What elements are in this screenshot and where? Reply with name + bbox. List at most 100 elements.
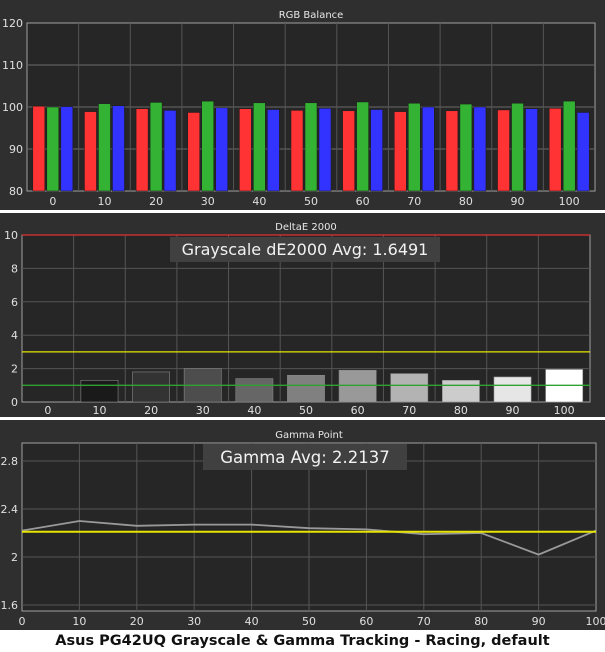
bar-blue: [422, 106, 435, 192]
bar-blue: [370, 109, 383, 192]
x-tick-label: 50: [302, 615, 316, 628]
deltae-bar: [493, 376, 532, 403]
x-tick-label: 10: [97, 195, 111, 208]
x-tick-label: 20: [144, 404, 158, 417]
deltae-bar: [80, 379, 119, 403]
bar-red: [290, 110, 304, 192]
bar-green: [511, 102, 524, 192]
bar-green: [459, 103, 473, 192]
figure-caption: Asus PG42UQ Grayscale & Gamma Tracking -…: [55, 633, 550, 649]
x-tick-label: 90: [532, 615, 546, 628]
bar-blue: [215, 107, 228, 192]
x-tick-label: 30: [196, 404, 210, 417]
bar-red: [32, 105, 46, 192]
y-tick-label: 6: [11, 296, 18, 309]
y-tick-label: 120: [2, 17, 23, 30]
bar-red: [394, 111, 407, 192]
chart-title: Gamma Point: [275, 430, 343, 441]
bar-blue: [473, 106, 487, 192]
x-tick-label: 40: [252, 195, 266, 208]
x-tick-label: 10: [92, 404, 106, 417]
bar-green: [253, 102, 266, 192]
bar-green: [562, 100, 576, 192]
bar-red: [187, 112, 200, 192]
bar-blue: [60, 106, 74, 192]
y-tick-label: 2: [11, 363, 18, 376]
bar-blue: [163, 110, 177, 192]
bar-red: [548, 108, 562, 192]
x-tick-label: 90: [506, 404, 520, 417]
bar-green: [46, 106, 60, 192]
bar-red: [239, 108, 252, 192]
x-tick-label: 70: [407, 195, 421, 208]
x-tick-label: 70: [417, 615, 431, 628]
bar-blue: [267, 109, 280, 192]
deltae-bar: [235, 378, 274, 403]
bar-red: [342, 110, 355, 192]
gamma-chart: Gamma Point 1.6 2 2.4 2.8 0 10 20 30 40 50 60 70 80 90…: [1, 430, 605, 628]
x-tick-label: 100: [554, 404, 575, 417]
deltae-bar: [287, 374, 325, 403]
x-tick-label: 40: [245, 615, 259, 628]
chart-title: RGB Balance: [279, 10, 344, 21]
x-tick-label: 0: [19, 615, 26, 628]
x-tick-label: 80: [474, 615, 488, 628]
x-tick-label: 100: [559, 195, 580, 208]
deltae-bar: [338, 369, 377, 403]
x-tick-label: 60: [351, 404, 365, 417]
deltae-bar: [390, 373, 429, 403]
bar-green: [98, 103, 111, 192]
gamma-panel: Gamma Point 1.6 2 2.4 2.8 0 10 20 30 40 50 60 70 80 90…: [0, 420, 605, 630]
y-tick-label: 80: [9, 185, 23, 198]
x-tick-label: 80: [454, 404, 468, 417]
rgb-balance-panel: RGB Balance 80 90 100 110 120 0 10 20 30 40 50 60 70 8…: [0, 0, 605, 210]
deltae-chart: DeltaE 200002468100 10 20 30 40 50 60 70 80 90 100…: [4, 222, 591, 417]
x-tick-label: 80: [459, 195, 473, 208]
deltae-bar: [132, 371, 170, 403]
y-tick-label: 110: [2, 59, 23, 72]
x-tick-label: 50: [304, 195, 318, 208]
x-tick-label: 20: [130, 615, 144, 628]
bar-blue: [112, 105, 125, 192]
x-tick-label: 0: [44, 404, 51, 417]
bar-red: [84, 111, 97, 192]
x-tick-label: 40: [247, 404, 261, 417]
y-tick-label: 100: [2, 101, 23, 114]
x-tick-label: 10: [72, 615, 86, 628]
bar-green: [408, 102, 421, 192]
deltae-panel: DeltaE 2000 0 2 4 6 8 10 0 10 20 30 40 50 60 70 80 90 100…: [0, 213, 605, 417]
deltae-average-annotation: Grayscale dE2000 Avg: 1.6491: [182, 240, 429, 259]
x-tick-label: 60: [359, 615, 373, 628]
y-tick-label: 90: [9, 143, 23, 156]
deltae-bar: [442, 379, 480, 403]
rgb-balance-chart: RGB Balance 80 90 100 110 120 0 10 20 30 40 50 60 70 8…: [2, 10, 596, 208]
bar-blue: [525, 108, 538, 192]
y-tick-label: 8: [11, 262, 18, 275]
x-tick-label: 90: [511, 195, 525, 208]
bar-green: [149, 102, 163, 192]
x-tick-label: 50: [299, 404, 313, 417]
y-tick-label: 1.6: [1, 599, 19, 612]
chart-title: DeltaE 2000: [275, 222, 337, 233]
bar-green: [356, 101, 369, 192]
x-tick-label: 20: [149, 195, 163, 208]
y-tick-label: 2.8: [1, 455, 19, 468]
gamma-average-annotation: Gamma Avg: 2.2137: [220, 448, 390, 467]
x-tick-label: 30: [201, 195, 215, 208]
y-tick-label: 2: [11, 551, 18, 564]
bar-green: [201, 100, 214, 192]
x-tick-label: 60: [356, 195, 370, 208]
bar-green: [304, 102, 318, 192]
x-tick-label: 100: [586, 615, 605, 628]
x-tick-label: 70: [402, 404, 416, 417]
y-tick-label: 2.4: [1, 503, 19, 516]
y-tick-label: 0: [11, 396, 18, 409]
y-tick-label: 10: [4, 229, 18, 242]
x-tick-label: 30: [187, 615, 201, 628]
y-tick-label: 4: [11, 329, 18, 342]
bar-blue: [576, 112, 590, 192]
x-tick-label: 0: [49, 195, 56, 208]
bar-red: [445, 110, 459, 192]
bar-red: [135, 108, 149, 192]
bar-red: [497, 109, 510, 192]
